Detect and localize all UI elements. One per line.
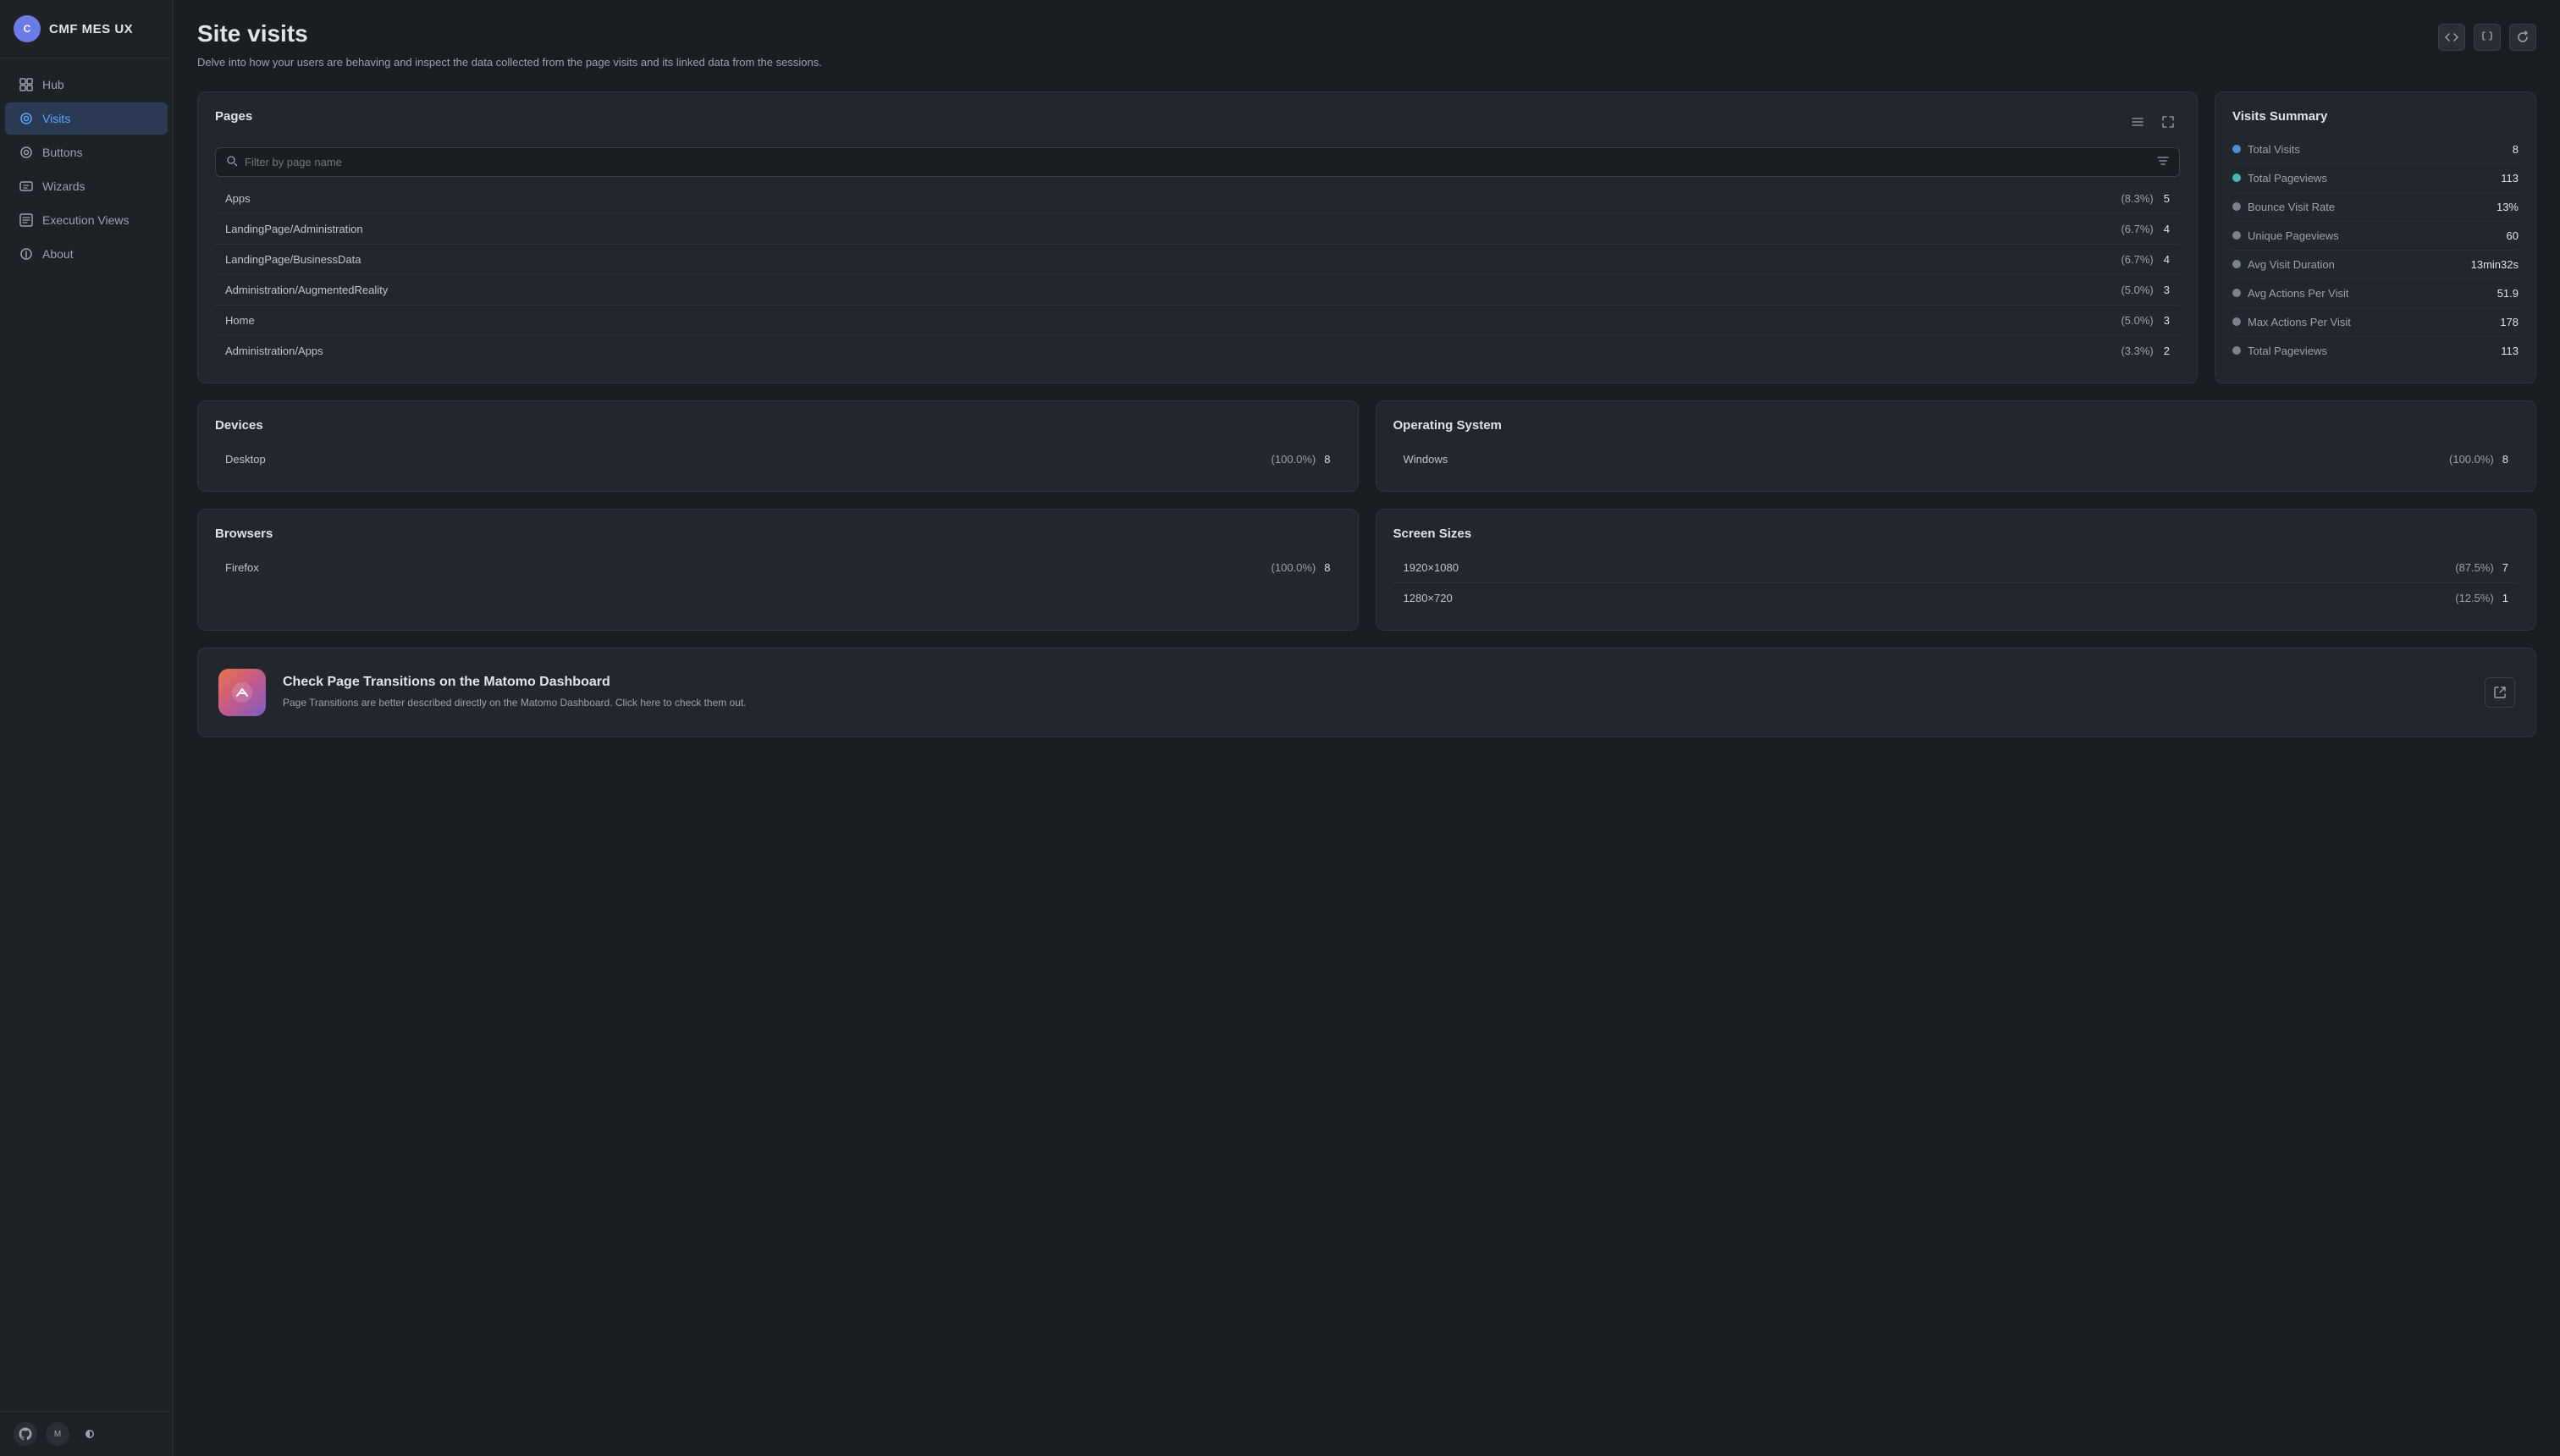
matomo-logo: M xyxy=(46,1422,69,1446)
browsers-card: Browsers Firefox (100.0%) 8 xyxy=(197,509,1359,631)
page-header-text: Site visits Delve into how your users ar… xyxy=(197,20,822,71)
header-actions xyxy=(2438,20,2536,51)
pages-row-apps[interactable]: Apps (8.3%) 5 xyxy=(215,184,2180,214)
braces-button[interactable] xyxy=(2474,24,2501,51)
page-header: Site visits Delve into how your users ar… xyxy=(197,20,2536,71)
max-actions-dot xyxy=(2232,317,2241,326)
about-icon xyxy=(19,246,34,262)
summary-row-unique-pageviews: Unique Pageviews 60 xyxy=(2232,222,2519,251)
code-button[interactable] xyxy=(2438,24,2465,51)
cta-content: Check Page Transitions on the Matomo Das… xyxy=(283,675,2468,710)
total-pageviews-2-dot xyxy=(2232,346,2241,355)
main-content: Site visits Delve into how your users ar… xyxy=(174,0,2560,1456)
sidebar-item-visits-label: Visits xyxy=(42,112,70,125)
summary-row-total-pageviews-2: Total Pageviews 113 xyxy=(2232,337,2519,365)
github-icon xyxy=(14,1422,37,1446)
sidebar-item-hub[interactable]: Hub xyxy=(5,69,168,101)
sidebar-header: C CMF MES UX xyxy=(0,0,173,58)
total-pageviews-dot xyxy=(2232,174,2241,182)
visits-icon xyxy=(19,111,34,126)
pages-row-admin-ar[interactable]: Administration/AugmentedReality (5.0%) 3 xyxy=(215,275,2180,306)
pages-row-home[interactable]: Home (5.0%) 3 xyxy=(215,306,2180,336)
bounce-rate-dot xyxy=(2232,202,2241,211)
top-grid: Pages xyxy=(197,91,2536,383)
sidebar-item-wizards[interactable]: Wizards xyxy=(5,170,168,202)
wizards-icon xyxy=(19,179,34,194)
devices-row-desktop[interactable]: Desktop (100.0%) 8 xyxy=(215,444,1341,474)
devices-title: Devices xyxy=(215,418,1341,433)
search-bar xyxy=(215,147,2180,177)
screen-sizes-title: Screen Sizes xyxy=(1393,527,2519,541)
unique-pageviews-dot xyxy=(2232,231,2241,240)
avg-duration-dot xyxy=(2232,260,2241,268)
summary-row-total-pageviews: Total Pageviews 113 xyxy=(2232,164,2519,193)
summary-row-max-actions: Max Actions Per Visit 178 xyxy=(2232,308,2519,337)
avatar: C xyxy=(14,15,41,42)
app-name: CMF MES UX xyxy=(49,22,133,36)
pages-header: Pages xyxy=(215,109,2180,135)
os-card: Operating System Windows (100.0%) 8 xyxy=(1376,400,2537,492)
sidebar-item-buttons-label: Buttons xyxy=(42,146,82,159)
pages-table: Apps (8.3%) 5 LandingPage/Administration… xyxy=(215,184,2180,366)
visits-summary-title: Visits Summary xyxy=(2232,109,2519,124)
visits-summary-table: Total Visits 8 Total Pageviews 113 Bounc… xyxy=(2232,135,2519,365)
screen-sizes-card: Screen Sizes 1920×1080 (87.5%) 7 1280×72… xyxy=(1376,509,2537,631)
execution-views-icon xyxy=(19,212,34,228)
expand-button[interactable] xyxy=(2156,110,2180,134)
os-title: Operating System xyxy=(1393,418,2519,433)
filter-icon[interactable] xyxy=(2157,155,2169,169)
page-subtitle: Delve into how your users are behaving a… xyxy=(197,54,822,71)
summary-row-total-visits: Total Visits 8 xyxy=(2232,135,2519,164)
sidebar: C CMF MES UX Hub Visits Buttons xyxy=(0,0,174,1456)
pages-card: Pages xyxy=(197,91,2198,383)
pages-row-lp-business[interactable]: LandingPage/BusinessData (6.7%) 4 xyxy=(215,245,2180,275)
summary-row-avg-duration: Avg Visit Duration 13min32s xyxy=(2232,251,2519,279)
cta-subtitle: Page Transitions are better described di… xyxy=(283,695,2468,710)
summary-row-avg-actions: Avg Actions Per Visit 51.9 xyxy=(2232,279,2519,308)
sidebar-nav: Hub Visits Buttons Wizards xyxy=(0,58,173,1411)
sidebar-item-buttons[interactable]: Buttons xyxy=(5,136,168,168)
search-icon xyxy=(226,155,238,169)
page-title: Site visits xyxy=(197,20,822,47)
visits-summary-card: Visits Summary Total Visits 8 Total Page… xyxy=(2215,91,2536,383)
screen-row-1280[interactable]: 1280×720 (12.5%) 1 xyxy=(1393,583,2519,613)
pages-title: Pages xyxy=(215,109,252,124)
pages-row-lp-admin[interactable]: LandingPage/Administration (6.7%) 4 xyxy=(215,214,2180,245)
sidebar-item-execution-views[interactable]: Execution Views xyxy=(5,204,168,236)
cta-icon xyxy=(218,669,266,716)
os-row-windows[interactable]: Windows (100.0%) 8 xyxy=(1393,444,2519,474)
browsers-title: Browsers xyxy=(215,527,1341,541)
avg-actions-dot xyxy=(2232,289,2241,297)
sidebar-footer: M xyxy=(0,1411,173,1456)
summary-row-bounce-rate: Bounce Visit Rate 13% xyxy=(2232,193,2519,222)
refresh-button[interactable] xyxy=(2509,24,2536,51)
sidebar-item-visits[interactable]: Visits xyxy=(5,102,168,135)
sidebar-item-about[interactable]: About xyxy=(5,238,168,270)
search-input[interactable] xyxy=(245,156,2150,168)
pages-row-admin-apps[interactable]: Administration/Apps (3.3%) 2 xyxy=(215,336,2180,366)
cta-card: Check Page Transitions on the Matomo Das… xyxy=(197,648,2536,737)
cta-title: Check Page Transitions on the Matomo Das… xyxy=(283,675,2468,690)
list-view-button[interactable] xyxy=(2126,110,2149,134)
sidebar-item-about-label: About xyxy=(42,247,74,261)
sidebar-item-execution-views-label: Execution Views xyxy=(42,213,129,227)
total-visits-dot xyxy=(2232,145,2241,153)
hub-icon xyxy=(19,77,34,92)
sidebar-item-wizards-label: Wizards xyxy=(42,179,86,193)
devices-card: Devices Desktop (100.0%) 8 xyxy=(197,400,1359,492)
pages-actions xyxy=(2126,110,2180,134)
browsers-row-firefox[interactable]: Firefox (100.0%) 8 xyxy=(215,553,1341,582)
sidebar-item-hub-label: Hub xyxy=(42,78,64,91)
cta-external-link[interactable] xyxy=(2485,677,2515,708)
buttons-icon xyxy=(19,145,34,160)
dark-mode-toggle[interactable] xyxy=(78,1422,102,1446)
bottom-grid: Devices Desktop (100.0%) 8 Operating Sys… xyxy=(197,400,2536,631)
screen-row-1920[interactable]: 1920×1080 (87.5%) 7 xyxy=(1393,553,2519,583)
